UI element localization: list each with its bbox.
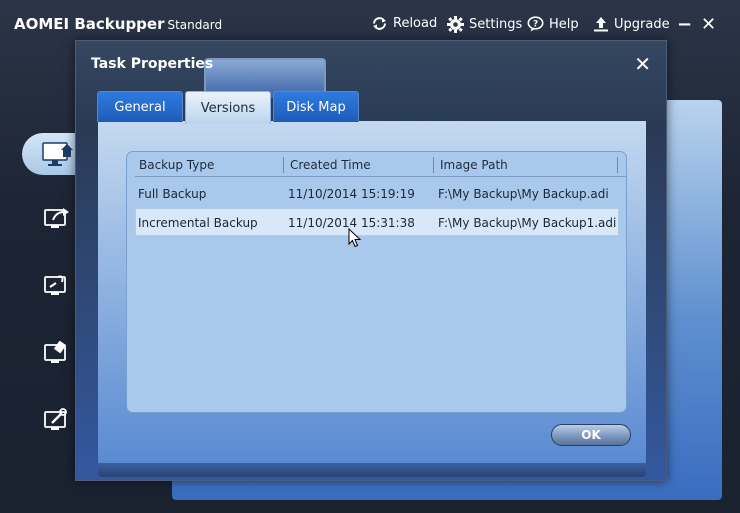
tab-versions[interactable]: Versions — [185, 91, 271, 124]
settings-button[interactable]: Settings — [447, 16, 522, 33]
upgrade-label: Upgrade — [614, 16, 670, 32]
upgrade-icon — [594, 17, 608, 32]
task-properties-dialog: kup Management Task Properties ✕ Backup … — [75, 40, 667, 481]
settings-label: Settings — [469, 17, 523, 32]
reload-label: Reload — [393, 16, 438, 31]
upgrade-button[interactable]: Upgrade — [593, 16, 670, 32]
gear-icon — [447, 16, 464, 33]
cell-backup-type: Full Backup — [138, 187, 207, 201]
app-window: AOMEI Backupper Standard Reload Settings… — [0, 0, 740, 513]
app-name: AOMEI Backupper — [14, 15, 165, 33]
cell-created-time: 11/10/2014 15:19:19 — [288, 187, 415, 201]
column-header-image-path[interactable]: Image Path — [440, 158, 508, 172]
ok-button[interactable]: OK — [551, 424, 631, 446]
column-separator[interactable] — [617, 157, 618, 173]
restore-icon — [44, 275, 66, 295]
tab-disk-map[interactable]: Disk Map — [273, 91, 359, 122]
dialog-title: Task Properties — [91, 56, 214, 72]
versions-list: Backup Type Created Time Image Path Full… — [126, 151, 627, 413]
column-separator[interactable] — [283, 157, 284, 173]
help-button[interactable]: ? Help — [527, 16, 579, 32]
app-title: AOMEI Backupper Standard — [14, 15, 222, 33]
app-edition: Standard — [167, 18, 223, 32]
tab-content-versions: Backup Type Created Time Image Path Full… — [98, 121, 646, 464]
cell-image-path: F:\My Backup\My Backup1.adi — [438, 216, 617, 230]
backup-icon — [44, 208, 69, 228]
dialog-footer — [98, 463, 646, 477]
help-label: Help — [549, 16, 579, 32]
list-header: Backup Type Created Time Image Path — [135, 155, 627, 177]
reload-icon — [373, 17, 386, 30]
help-icon: ? — [527, 16, 544, 32]
tab-general[interactable]: General — [97, 91, 183, 122]
minimize-button[interactable]: − — [677, 14, 692, 35]
dialog-close-button[interactable]: ✕ — [634, 52, 651, 76]
table-row-selected[interactable]: Incremental Backup 11/10/2014 15:31:38 F… — [135, 208, 619, 236]
home-icon — [42, 142, 73, 166]
utilities-icon — [44, 408, 67, 430]
mouse-cursor-icon — [348, 228, 362, 248]
clone-icon — [44, 341, 67, 363]
cell-backup-type: Incremental Backup — [138, 216, 258, 230]
cell-image-path: F:\My Backup\My Backup.adi — [438, 187, 609, 201]
svg-text:?: ? — [533, 20, 538, 30]
column-header-backup-type[interactable]: Backup Type — [139, 158, 214, 172]
table-row[interactable]: Full Backup 11/10/2014 15:19:19 F:\My Ba… — [135, 180, 619, 208]
column-header-created-time[interactable]: Created Time — [290, 158, 371, 172]
close-app-button[interactable]: ✕ — [701, 14, 716, 35]
column-separator[interactable] — [433, 157, 434, 173]
reload-button[interactable]: Reload — [371, 16, 437, 31]
